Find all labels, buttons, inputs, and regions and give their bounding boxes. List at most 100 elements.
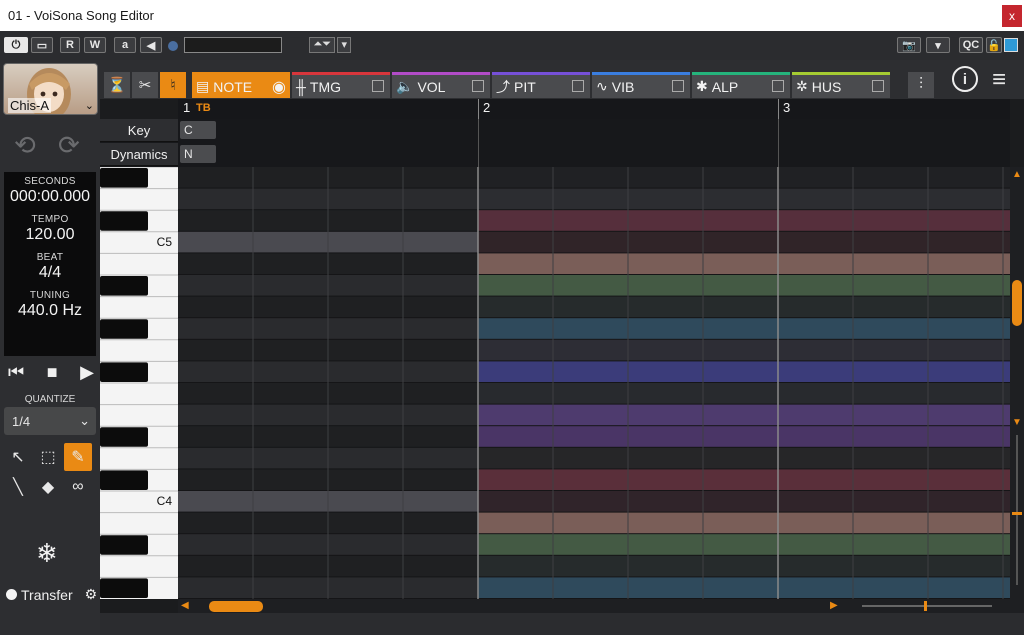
tab-vib[interactable]: ∿ VIB: [592, 72, 690, 98]
quantize-select[interactable]: 1/4 ⌄: [4, 407, 96, 435]
tab-hus[interactable]: ✲ HUS: [792, 72, 890, 98]
mixer-button[interactable]: ⫶: [908, 72, 934, 98]
pitch-row[interactable]: [478, 383, 1010, 404]
pitch-row[interactable]: [478, 339, 1010, 361]
pointer-tool[interactable]: ↖: [4, 443, 32, 471]
black-key[interactable]: [100, 168, 148, 188]
tab-pit[interactable]: ⤴ PIT: [492, 72, 590, 98]
black-key[interactable]: [100, 211, 148, 231]
transfer-radio[interactable]: [6, 589, 17, 600]
options-dropdown[interactable]: ▾: [926, 37, 950, 53]
power-button[interactable]: ⏻: [4, 37, 28, 53]
pitch-row[interactable]: [478, 361, 1010, 382]
note-grid[interactable]: [178, 167, 1010, 599]
scissors-button[interactable]: ✂: [132, 72, 158, 98]
rewind-icon[interactable]: ⏮: [8, 362, 24, 384]
pitch-row[interactable]: [478, 426, 1010, 447]
tab-tmg[interactable]: ╫ TMG: [292, 72, 390, 98]
tuning-value[interactable]: 440.0 Hz: [4, 302, 96, 320]
horizontal-scroll-thumb[interactable]: [209, 601, 263, 612]
transfer-toggle[interactable]: Transfer ⚙: [6, 586, 97, 603]
eraser-tool[interactable]: ◆: [34, 473, 62, 501]
track-dropdown[interactable]: ▾: [337, 37, 351, 53]
tab-alp[interactable]: ✱ ALP: [692, 72, 790, 98]
dynamics-value[interactable]: N: [180, 145, 216, 163]
lock-button[interactable]: 🔓: [986, 37, 1002, 53]
menu-icon[interactable]: ≡: [992, 66, 1006, 94]
pitch-row[interactable]: [478, 318, 1010, 339]
pitch-row[interactable]: [478, 469, 1010, 490]
vertical-scrollbar[interactable]: ▲ ▼: [1010, 167, 1024, 599]
black-key[interactable]: [100, 362, 148, 382]
track-stepper[interactable]: ⏶⏷: [309, 37, 335, 53]
gear-icon[interactable]: ⚙: [85, 586, 98, 603]
tab-vol[interactable]: 🔈 VOL: [392, 72, 490, 98]
redo-icon[interactable]: ⟳: [58, 130, 80, 161]
pitch-row[interactable]: [478, 231, 1010, 253]
tab-checkbox[interactable]: [672, 80, 684, 92]
black-key[interactable]: [100, 578, 148, 598]
scroll-left-icon[interactable]: ◀: [181, 600, 189, 611]
tab-checkbox[interactable]: [572, 80, 584, 92]
zoom-track[interactable]: [1016, 435, 1018, 585]
pitch-row[interactable]: [478, 491, 1010, 512]
color-toggle[interactable]: [1004, 38, 1018, 52]
black-key[interactable]: [100, 319, 148, 339]
close-button[interactable]: x: [1002, 5, 1022, 27]
scroll-right-icon[interactable]: ▶: [830, 600, 838, 611]
pitch-row[interactable]: [478, 577, 1010, 598]
black-key[interactable]: [100, 535, 148, 555]
metronome-button[interactable]: ⏳: [104, 72, 130, 98]
snowflake-icon[interactable]: ❄: [36, 538, 58, 569]
key-value[interactable]: C: [180, 121, 216, 139]
link-tool[interactable]: ∞: [64, 473, 92, 501]
qc-button[interactable]: QC: [959, 37, 983, 53]
beat-value[interactable]: 4/4: [4, 264, 96, 282]
pitch-row[interactable]: [478, 404, 1010, 426]
tab-checkbox[interactable]: [772, 80, 784, 92]
auto-button[interactable]: a: [114, 37, 136, 53]
zoom-handle[interactable]: [1012, 512, 1022, 515]
tab-checkbox[interactable]: [472, 80, 484, 92]
pitch-row[interactable]: [478, 534, 1010, 555]
accidental-button[interactable]: ♮: [160, 72, 186, 98]
piano-roll-grid[interactable]: [178, 167, 1010, 599]
undo-icon[interactable]: ⟲: [14, 130, 36, 161]
singer-avatar[interactable]: Chis-A ⌄: [3, 63, 98, 115]
hzoom-track[interactable]: [862, 605, 992, 607]
black-key[interactable]: [100, 470, 148, 490]
pitch-row[interactable]: [478, 512, 1010, 534]
compact-button[interactable]: ▭: [31, 37, 53, 53]
black-key[interactable]: [100, 276, 148, 296]
pitch-row[interactable]: [478, 555, 1010, 577]
scroll-up-icon[interactable]: ▲: [1012, 169, 1022, 180]
pitch-row[interactable]: [478, 447, 1010, 469]
scroll-down-icon[interactable]: ▼: [1012, 417, 1022, 428]
pitch-row[interactable]: [478, 253, 1010, 274]
black-key[interactable]: [100, 427, 148, 447]
info-button[interactable]: i: [952, 66, 978, 92]
pitch-row[interactable]: [478, 296, 1010, 318]
timeline-ruler[interactable]: 1 TB 2 3: [178, 99, 1010, 119]
tempo-value[interactable]: 120.00: [4, 226, 96, 244]
pencil-tool[interactable]: ✎: [64, 443, 92, 471]
eye-icon[interactable]: ◉: [272, 77, 286, 97]
track-select[interactable]: ⏶⏷ ▾: [184, 37, 351, 53]
stop-icon[interactable]: ■: [47, 362, 58, 384]
tab-checkbox[interactable]: [372, 80, 384, 92]
line-tool[interactable]: ╲: [4, 473, 32, 501]
hzoom-handle[interactable]: [924, 601, 927, 611]
pitch-row[interactable]: [478, 167, 1010, 188]
horizontal-scrollbar[interactable]: ◀ ▶: [178, 599, 1024, 613]
screenshot-button[interactable]: 📷: [897, 37, 921, 53]
vertical-scroll-thumb[interactable]: [1012, 280, 1022, 326]
piano-keys[interactable]: [100, 167, 178, 599]
play-icon[interactable]: ▶: [80, 362, 94, 384]
tab-note[interactable]: ▤ NOTE ◉: [192, 72, 290, 98]
write-button[interactable]: W: [84, 37, 106, 53]
tab-checkbox[interactable]: [872, 80, 884, 92]
piano-keyboard[interactable]: C5 C4: [100, 167, 178, 599]
pitch-row[interactable]: [478, 188, 1010, 210]
pitch-row[interactable]: [478, 210, 1010, 231]
back-button[interactable]: ◀: [140, 37, 162, 53]
